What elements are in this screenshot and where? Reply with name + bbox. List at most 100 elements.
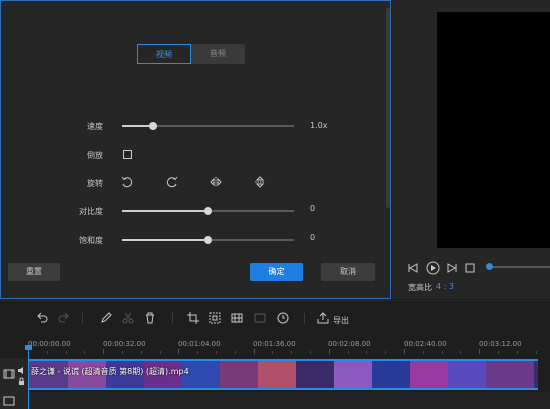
ruler-minor-tick — [441, 351, 443, 354]
video-track-icon — [3, 369, 15, 379]
saturation-slider[interactable] — [122, 236, 294, 244]
ruler-minor-tick — [422, 351, 424, 354]
ruler-tick — [404, 349, 405, 354]
clip-frame-thumbnail — [220, 361, 258, 388]
confirm-button[interactable]: 确定 — [250, 263, 303, 281]
ruler-tick-label: 00:02:08.00 — [328, 340, 371, 348]
contrast-slider[interactable] — [122, 207, 294, 215]
delete-icon[interactable] — [143, 311, 157, 325]
ruler-tick-label: 00:02:40.00 — [404, 340, 447, 348]
mosaic-icon[interactable] — [230, 311, 244, 325]
ruler-tick-label: 00:00:00.00 — [28, 340, 71, 348]
ruler-minor-tick — [366, 351, 368, 354]
clip-frame-thumbnail — [334, 361, 372, 388]
ruler-minor-tick — [197, 351, 199, 354]
volume-icon[interactable] — [17, 366, 26, 375]
undo-icon[interactable] — [35, 311, 49, 325]
saturation-value: 0 — [310, 233, 316, 242]
ruler-minor-tick — [216, 351, 217, 354]
duration-icon[interactable] — [276, 311, 290, 325]
saturation-slider-fill — [122, 239, 208, 241]
speed-label: 速度 — [87, 122, 103, 131]
ruler-tick — [103, 349, 105, 354]
lock-icon[interactable] — [17, 377, 26, 386]
ruler-minor-tick — [385, 351, 387, 354]
player-controls — [408, 261, 475, 275]
fit-icon[interactable] — [208, 311, 222, 325]
clip-frame-thumbnail — [296, 361, 334, 388]
ruler-minor-tick — [65, 351, 67, 354]
aspect-ratio-label: 宽高比 — [408, 283, 432, 292]
edit-panel-scrollbar[interactable] — [386, 8, 390, 208]
freeze-frame-icon[interactable] — [253, 311, 267, 325]
playback-progress-handle[interactable] — [486, 263, 493, 270]
contrast-slider-thumb[interactable] — [204, 207, 212, 215]
ruler-minor-tick — [460, 351, 462, 354]
cancel-button[interactable]: 取消 — [321, 263, 375, 281]
ruler-minor-tick — [159, 351, 161, 354]
flip-vertical-icon[interactable] — [253, 175, 267, 189]
speed-slider[interactable] — [122, 122, 294, 130]
ruler-minor-tick — [516, 351, 518, 354]
ruler-tick-label: 00:01:04.00 — [178, 340, 221, 348]
ruler-minor-tick — [84, 351, 86, 354]
pencil-icon[interactable] — [99, 311, 113, 325]
ruler-tick — [328, 349, 330, 354]
toolbar-separator — [172, 313, 173, 324]
contrast-slider-fill — [122, 210, 208, 212]
redo-icon[interactable] — [57, 311, 71, 325]
export-label[interactable]: 导出 — [333, 315, 349, 326]
reverse-checkbox[interactable] — [123, 150, 132, 159]
ruler-minor-tick — [140, 351, 142, 354]
tab-audio[interactable]: 音频 — [191, 44, 245, 64]
contrast-value: 0 — [310, 204, 316, 213]
contrast-label: 对比度 — [79, 207, 103, 216]
stop-icon[interactable] — [465, 263, 475, 273]
playback-progress-track[interactable] — [490, 266, 550, 268]
aspect-ratio-value[interactable]: 4 : 3 — [436, 282, 454, 291]
speed-value: 1.0x — [310, 121, 328, 130]
clip-frame-thumbnail — [448, 361, 486, 388]
playhead[interactable] — [28, 349, 29, 409]
clip-title: 薛之谦 - 说谎 (超清音质 第8期) (超清).mp4 — [31, 367, 189, 376]
ruler-minor-tick — [347, 351, 349, 354]
crop-icon[interactable] — [186, 311, 200, 325]
ruler-minor-tick — [272, 351, 274, 354]
audio-track[interactable] — [28, 392, 550, 409]
ruler-tick — [178, 349, 180, 354]
clip-frame-thumbnail — [372, 361, 410, 388]
reset-button[interactable]: 重置 — [8, 263, 60, 281]
audio-track-icon — [3, 396, 15, 406]
ruler-tick — [253, 349, 255, 354]
previous-frame-icon[interactable] — [408, 263, 418, 273]
rotate-right-icon[interactable] — [165, 175, 179, 189]
media-tabs: 视频 音频 — [137, 44, 245, 64]
ruler-minor-tick — [46, 351, 48, 354]
preview-screen[interactable] — [437, 12, 550, 248]
speed-slider-thumb[interactable] — [148, 122, 157, 130]
reverse-label: 倒放 — [87, 151, 103, 160]
clip-frame-thumbnail — [486, 361, 534, 388]
toolbar-separator — [304, 313, 305, 324]
flip-horizontal-icon[interactable] — [209, 175, 223, 189]
saturation-label: 饱和度 — [79, 236, 103, 245]
next-frame-icon[interactable] — [447, 263, 457, 273]
play-icon[interactable] — [426, 261, 440, 275]
cut-icon[interactable] — [121, 311, 135, 325]
ruler-tick-label: 00:03:12.00 — [479, 340, 522, 348]
rotate-left-icon[interactable] — [120, 175, 134, 189]
ruler-minor-tick — [234, 351, 236, 354]
tab-video[interactable]: 视频 — [137, 44, 191, 64]
toolbar-separator — [82, 313, 83, 324]
ruler-minor-tick — [310, 351, 311, 354]
clip-frame-thumbnail — [410, 361, 448, 388]
clip-frame-thumbnail — [258, 361, 296, 388]
ruler-tick-label: 00:00:32.00 — [103, 340, 146, 348]
ruler-tick — [479, 349, 481, 354]
ruler-minor-tick — [291, 351, 293, 354]
saturation-slider-thumb[interactable] — [204, 236, 212, 244]
ruler-minor-tick — [122, 351, 123, 354]
ruler-minor-tick — [535, 351, 537, 354]
ruler-tick-label: 00:01:36.00 — [253, 340, 296, 348]
export-icon[interactable] — [316, 311, 330, 325]
